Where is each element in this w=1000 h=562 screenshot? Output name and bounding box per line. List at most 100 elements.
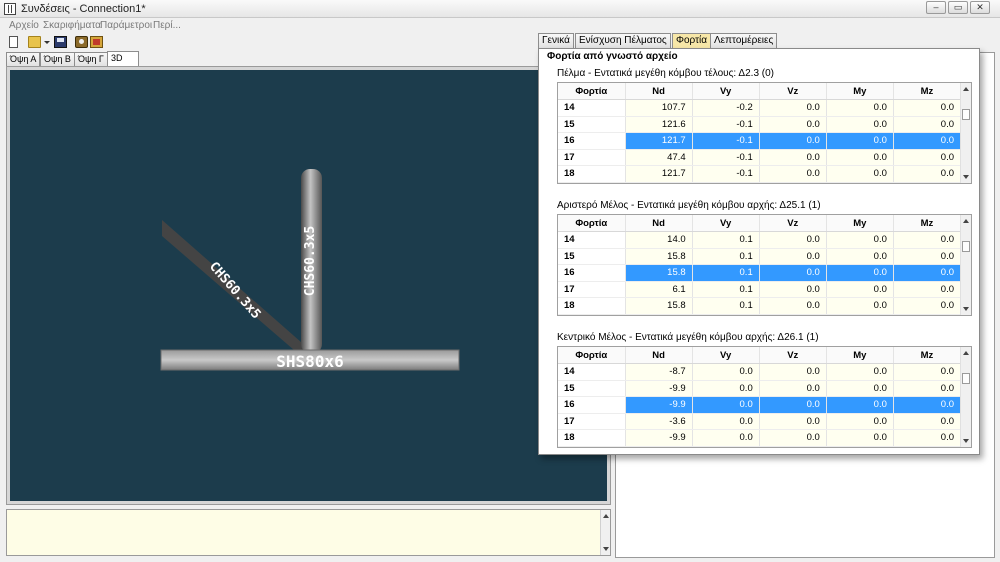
table-cell[interactable]: -9.9 [625,396,693,414]
minimize-button[interactable]: – [926,1,946,14]
open-folder-icon[interactable] [28,36,41,48]
table-cell[interactable]: -9.9 [625,429,693,447]
table-cell[interactable]: 6.1 [625,281,693,298]
table-cell[interactable]: 15.8 [625,264,693,282]
table-cell[interactable]: 0.0 [826,132,894,150]
table-cell[interactable]: 0.0 [759,413,827,430]
tab-details[interactable]: Λεπτομέρειες [710,33,778,48]
table-cell[interactable]: 0.0 [826,99,894,117]
table-cell[interactable]: 0.0 [893,248,962,265]
table-cell[interactable]: 0.0 [893,380,962,397]
table-cell[interactable]: 0.0 [759,149,827,166]
table-cell[interactable]: 0.0 [759,380,827,397]
table-cell[interactable]: 0.0 [826,413,894,430]
table-cell[interactable]: 0.0 [759,231,827,249]
menu-file[interactable]: Αρχείο [9,20,39,31]
table-cell[interactable]: 0.0 [893,116,962,133]
column-header[interactable]: My [826,83,894,100]
column-header[interactable]: Vy [692,215,760,232]
table-row[interactable]: 18 15.8 0.1 0.0 0.0 0.0 [558,297,962,315]
table-cell[interactable]: 0.0 [893,413,962,430]
table-cell[interactable]: 0.0 [893,363,962,381]
column-header[interactable]: My [826,215,894,232]
table-cell[interactable]: 0.0 [893,99,962,117]
table-cell[interactable]: 15.8 [625,297,693,315]
close-button[interactable]: ✕ [970,1,990,14]
table-cell[interactable]: 0.0 [893,132,962,150]
menu-sketches[interactable]: Σκαριφήματα [43,20,101,31]
tab-view-b[interactable]: Όψη Β [40,52,75,66]
column-header[interactable]: Mz [893,215,962,232]
table-row[interactable]: 18 121.7 -0.1 0.0 0.0 0.0 [558,165,962,183]
table-row[interactable]: 18 -9.9 0.0 0.0 0.0 0.0 [558,429,962,447]
table-cell[interactable]: 0.0 [893,429,962,447]
column-header[interactable]: Vy [692,83,760,100]
table-row[interactable]: 14 14.0 0.1 0.0 0.0 0.0 [558,231,962,249]
table-cell[interactable]: 0.0 [759,165,827,183]
table-cell[interactable]: 107.7 [625,99,693,117]
table-cell[interactable]: 0.0 [759,132,827,150]
table-cell[interactable]: 0.0 [759,396,827,414]
table-row[interactable]: 17 -3.6 0.0 0.0 0.0 0.0 [558,413,962,430]
table-cell[interactable]: 0.0 [826,264,894,282]
table-cell[interactable]: 0.0 [759,281,827,298]
loads-grid-left-member[interactable]: Φορτία Nd Vy Vz My Mz 14 14.0 0.1 0.0 0.0 0.0 15 15.8… [557,214,972,316]
table-cell[interactable]: -0.1 [692,132,760,150]
table-cell[interactable]: 0.1 [692,281,760,298]
table-cell[interactable]: 0.0 [759,363,827,381]
table-cell[interactable]: 0.0 [692,380,760,397]
table-row[interactable]: 15 15.8 0.1 0.0 0.0 0.0 [558,248,962,265]
table-cell[interactable]: 0.0 [826,149,894,166]
table-cell[interactable]: 0.0 [759,116,827,133]
open-dropdown-icon[interactable] [44,41,50,44]
table-row[interactable]: 16 -9.9 0.0 0.0 0.0 0.0 [558,396,962,414]
menu-about[interactable]: Περί... [153,20,181,31]
table-cell[interactable]: 121.7 [625,132,693,150]
column-header[interactable]: Mz [893,83,962,100]
grid-scrollbar[interactable] [960,347,971,447]
table-row[interactable]: 16 121.7 -0.1 0.0 0.0 0.0 [558,132,962,150]
table-cell[interactable]: 0.1 [692,248,760,265]
table-cell[interactable]: 0.0 [826,297,894,315]
table-cell[interactable]: 0.0 [826,363,894,381]
table-cell[interactable]: 0.0 [893,264,962,282]
export-image-icon[interactable] [90,36,103,48]
column-header[interactable]: Nd [625,83,693,100]
table-cell[interactable]: 0.0 [826,429,894,447]
table-cell[interactable]: 0.0 [759,99,827,117]
tab-general[interactable]: Γενικά [538,33,574,48]
table-cell[interactable]: 0.0 [826,396,894,414]
table-row[interactable]: 14 -8.7 0.0 0.0 0.0 0.0 [558,363,962,381]
table-cell[interactable]: 0.0 [826,116,894,133]
table-cell[interactable]: -9.9 [625,380,693,397]
column-header[interactable]: Vz [759,347,827,364]
table-cell[interactable]: 15.8 [625,248,693,265]
column-header[interactable]: Φορτία [558,215,626,232]
loads-grid-central-member[interactable]: Φορτία Nd Vy Vz My Mz 14 -8.7 0.0 0.0 0.0 0.0 15 -9.9… [557,346,972,448]
save-icon[interactable] [54,36,67,48]
table-cell[interactable]: -3.6 [625,413,693,430]
table-cell[interactable]: 0.0 [893,297,962,315]
tab-loads[interactable]: Φορτία [672,33,712,48]
scene-canvas[interactable]: SHS80x6 CHS60.3x5 CHS60.3x5 [10,70,607,501]
grid-scrollbar[interactable] [960,215,971,315]
column-header[interactable]: Vz [759,83,827,100]
column-header[interactable]: Nd [625,215,693,232]
column-header[interactable]: Nd [625,347,693,364]
notes-area[interactable] [6,509,611,556]
new-file-icon[interactable] [9,36,18,48]
table-cell[interactable]: 0.0 [826,231,894,249]
table-cell[interactable]: -0.1 [692,149,760,166]
table-cell[interactable]: 0.1 [692,231,760,249]
table-cell[interactable]: 0.0 [826,165,894,183]
table-cell[interactable]: 121.6 [625,116,693,133]
table-row[interactable]: 14 107.7 -0.2 0.0 0.0 0.0 [558,99,962,117]
table-cell[interactable]: 0.0 [893,231,962,249]
grid-scrollbar[interactable] [960,83,971,183]
table-cell[interactable]: 0.0 [692,413,760,430]
table-cell[interactable]: 0.0 [893,149,962,166]
column-header[interactable]: My [826,347,894,364]
scroll-down-icon[interactable] [603,547,609,551]
tab-view-c[interactable]: Όψη Γ [74,52,108,66]
camera-icon[interactable] [75,36,88,48]
